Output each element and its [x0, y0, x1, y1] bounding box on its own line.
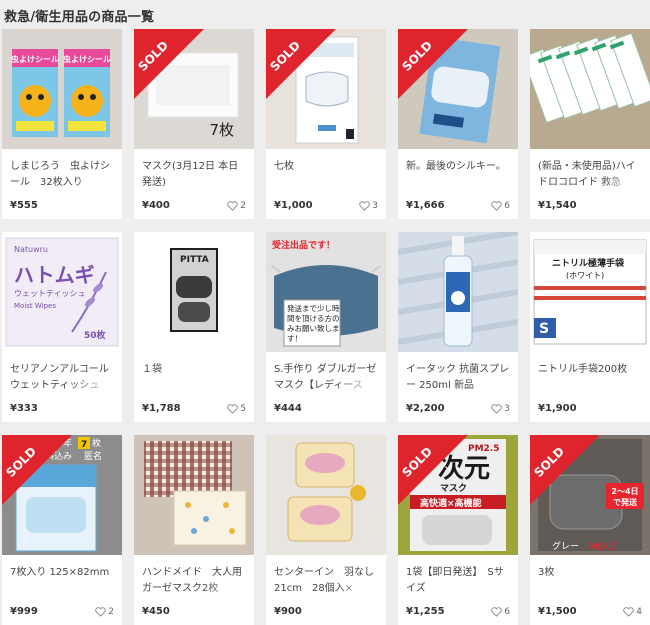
product-card[interactable]: SOLD 七枚 ¥1,000 3	[266, 29, 386, 219]
product-card[interactable]: PM2.5 次元 マスク 高快適×高機能 SOLD 1袋【即日発送】 Sサイズ …	[398, 435, 518, 625]
sold-ribbon: SOLD	[530, 435, 600, 505]
product-image[interactable]	[266, 435, 386, 555]
like-count[interactable]: 2	[95, 607, 114, 617]
product-price: ¥1,900	[538, 403, 577, 414]
product-image[interactable]: 2〜4日 で発送 グレー 3枚入り SOLD	[530, 435, 650, 555]
product-image[interactable]: PITTA	[134, 232, 254, 352]
product-price: ¥1,540	[538, 200, 577, 211]
sold-ribbon: SOLD	[398, 29, 468, 99]
product-image[interactable]	[398, 232, 518, 352]
product-image[interactable]: SOLD	[266, 29, 386, 149]
heart-icon	[359, 201, 370, 211]
product-price: ¥900	[274, 606, 302, 617]
product-card[interactable]: PITTA １袋 ¥1,788 5	[134, 232, 254, 422]
brand-text: PITTA	[180, 255, 209, 265]
count-text: 3枚入り	[588, 541, 618, 551]
banner-text: 7	[81, 440, 87, 450]
product-card[interactable]: イータック 抗菌スプレー 250ml 新品 ¥2,200 3	[398, 232, 518, 422]
product-image[interactable]: PM2.5 次元 マスク 高快適×高機能 SOLD	[398, 435, 518, 555]
product-name-text: ハトムギ	[14, 263, 95, 287]
like-count[interactable]: 5	[227, 404, 246, 414]
note-text: 間を頂ける方の	[287, 313, 340, 323]
note-text: 発送まで少し時	[287, 303, 340, 313]
product-image[interactable]: SOLD	[398, 29, 518, 149]
product-label-text: 虫よけシール	[63, 54, 111, 64]
product-grid: 虫よけシール 虫よけシール しまじろう 虫よけシール 32枚入り ¥555 7枚…	[2, 29, 650, 625]
like-count[interactable]: 3	[359, 201, 378, 211]
product-image[interactable]: 年低学年 7 枚 送料込み 匿名 SOLD	[2, 435, 122, 555]
ship-text: で発送	[613, 497, 638, 507]
product-price: ¥333	[10, 403, 38, 414]
product-card[interactable]: ハンドメイド 大人用ガーゼマスク2枚 ¥450	[134, 435, 254, 625]
product-image[interactable]: Natuwru ハトムギ ウェットティッシュ Moist Wipes 50枚	[2, 232, 122, 352]
product-price: ¥555	[10, 200, 38, 211]
heart-icon	[491, 201, 502, 211]
product-sub-text: (ホワイト)	[566, 271, 604, 280]
product-card[interactable]: 年低学年 7 枚 送料込み 匿名 SOLD 7枚入り 125×82mm ¥999…	[2, 435, 122, 625]
product-label-text: 虫よけシール	[11, 54, 59, 64]
product-name-text: ニトリル極薄手袋	[552, 257, 625, 269]
product-card[interactable]: 虫よけシール 虫よけシール しまじろう 虫よけシール 32枚入り ¥555	[2, 29, 122, 219]
product-card[interactable]: Natuwru ハトムギ ウェットティッシュ Moist Wipes 50枚 セ…	[2, 232, 122, 422]
image-overlay-text: 7枚	[209, 121, 234, 139]
sold-ribbon: SOLD	[2, 435, 72, 505]
like-count[interactable]: 4	[623, 607, 642, 617]
product-card[interactable]: 受注出品です！ 発送まで少し時 間を頂ける方の みお願い致しま す！ S.手作り…	[266, 232, 386, 422]
color-text: グレー	[552, 540, 579, 552]
note-text: す！	[287, 334, 302, 343]
product-price: ¥450	[142, 606, 170, 617]
like-count[interactable]: 3	[491, 404, 510, 414]
product-price: ¥1,500	[538, 606, 577, 617]
banner-text: 受注出品です！	[272, 239, 335, 251]
product-image[interactable]	[134, 435, 254, 555]
heart-icon	[491, 607, 502, 617]
page-title: 救急/衛生用品の商品一覧	[4, 10, 155, 25]
product-price: ¥1,255	[406, 606, 445, 617]
product-card[interactable]: ニトリル極薄手袋 (ホワイト) S ニトリル手袋200枚 ¥1,900	[530, 232, 650, 422]
product-image[interactable]: 7枚 SOLD	[134, 29, 254, 149]
product-card[interactable]: (新品・未使用品)ハイドロコロイド 救急 ¥1,540	[530, 29, 650, 219]
brand-text: Natuwru	[14, 245, 48, 254]
sold-ribbon: SOLD	[398, 435, 468, 505]
product-sub-text: ウェットティッシュ	[14, 289, 86, 298]
heart-icon	[623, 607, 634, 617]
product-price: ¥444	[274, 403, 302, 414]
product-image[interactable]: ニトリル極薄手袋 (ホワイト) S	[530, 232, 650, 352]
product-top-text: PM2.5	[468, 444, 500, 454]
ship-text: 2〜4日	[611, 487, 638, 496]
size-text: S	[539, 321, 549, 337]
sold-ribbon: SOLD	[266, 29, 336, 99]
heart-icon	[227, 404, 238, 414]
product-card[interactable]: 7枚 SOLD マスク(3月12日 本日発送) ¥400 2	[134, 29, 254, 219]
banner-text: 匿名	[84, 450, 102, 462]
product-image[interactable]: 受注出品です！ 発送まで少し時 間を頂ける方の みお願い致しま す！	[266, 232, 386, 352]
product-card[interactable]: 2〜4日 で発送 グレー 3枚入り SOLD 3枚 ¥1,500 4	[530, 435, 650, 625]
like-count[interactable]: 6	[491, 201, 510, 211]
product-image[interactable]: 虫よけシール 虫よけシール	[2, 29, 122, 149]
product-en-text: Moist Wipes	[14, 302, 56, 310]
product-price: ¥1,000	[274, 200, 313, 211]
sold-ribbon: SOLD	[134, 29, 204, 99]
count-text: 50枚	[84, 329, 107, 341]
like-count[interactable]: 6	[491, 607, 510, 617]
heart-icon	[227, 201, 238, 211]
like-count[interactable]: 2	[227, 201, 246, 211]
heart-icon	[491, 404, 502, 414]
heart-icon	[95, 607, 106, 617]
product-price: ¥1,788	[142, 403, 181, 414]
product-image[interactable]	[530, 29, 650, 149]
product-card[interactable]: SOLD 新。最後のシルキー。 ¥1,666 6	[398, 29, 518, 219]
note-text: みお願い致しま	[287, 323, 340, 333]
product-card[interactable]: センターイン 羽なし21cm 28個入× ¥900	[266, 435, 386, 625]
product-price: ¥400	[142, 200, 170, 211]
banner-text: 枚	[92, 437, 101, 449]
product-price: ¥999	[10, 606, 38, 617]
product-price: ¥2,200	[406, 403, 445, 414]
product-price: ¥1,666	[406, 200, 445, 211]
